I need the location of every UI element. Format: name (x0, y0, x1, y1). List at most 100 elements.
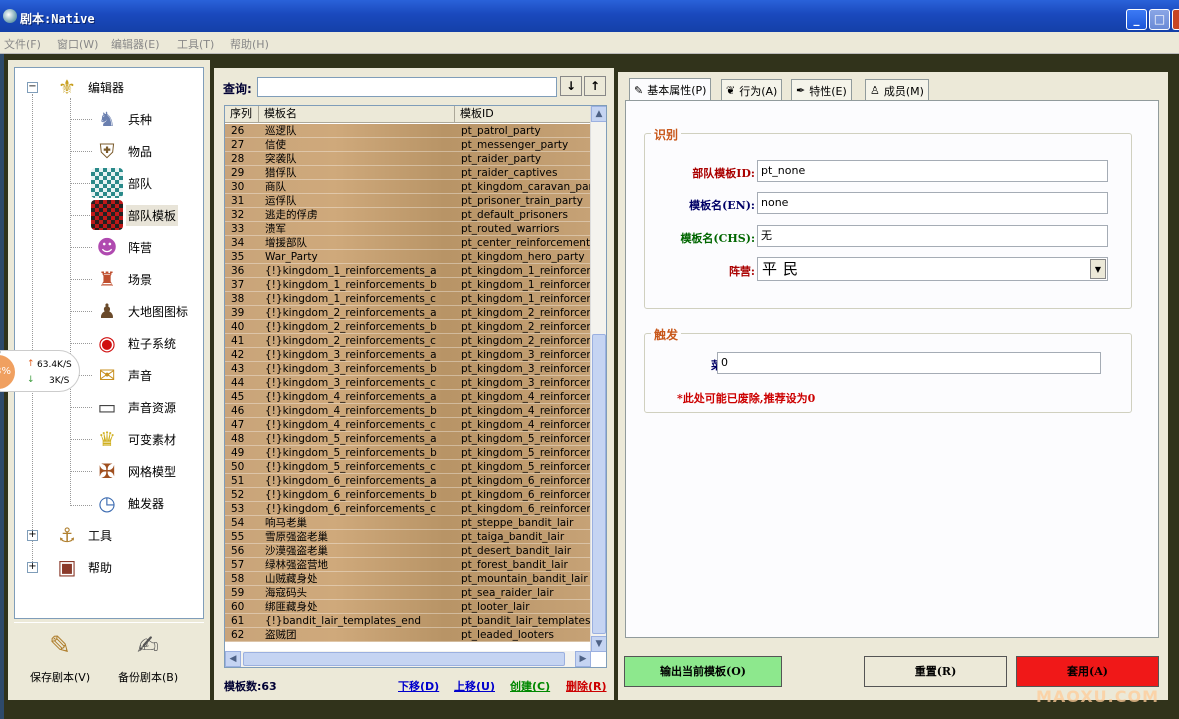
menu-field[interactable]: 0 (717, 352, 1101, 374)
editor-tree: − ⚜ 编辑器 ♞ 兵种 ⛨ 物品 部队 部队模板 ☻ 阵营 ♜ 场景 ♟ 大地… (14, 67, 204, 619)
tree-root-help[interactable]: ▣ 帮助 (51, 552, 114, 582)
table-row[interactable]: 26 巡逻队 pt_patrol_party (225, 124, 591, 138)
table-row[interactable]: 29 猎俘队 pt_raider_captives (225, 166, 591, 180)
chevron-down-icon[interactable]: ▼ (1090, 259, 1106, 279)
save-script-button[interactable]: ✎ 保存剧本(V) (30, 631, 90, 685)
tab-members[interactable]: ♙ 成员(M) (865, 79, 929, 101)
table-row[interactable]: 30 商队 pt_kingdom_caravan_party (225, 180, 591, 194)
vertical-scrollbar[interactable]: ▲ ▼ (590, 106, 606, 652)
tab-basic-properties[interactable]: ✎ 基本属性(P) (629, 78, 712, 101)
table-row[interactable]: 62 盗贼团 pt_leaded_looters (225, 628, 591, 642)
menu-help[interactable]: 帮助(H) (230, 36, 269, 52)
tree-item-parties[interactable]: 部队 (91, 168, 154, 198)
table-row[interactable]: 38 {!}kingdom_1_reinforcements_c pt_kingdo… (225, 292, 591, 306)
table-row[interactable]: 55 雪原强盗老巢 pt_taiga_bandit_lair (225, 530, 591, 544)
header-name[interactable]: 模板名 (259, 106, 455, 122)
table-row[interactable]: 58 山贼藏身处 pt_mountain_bandit_lair (225, 572, 591, 586)
tab-traits[interactable]: ✒ 特性(E) (791, 79, 852, 101)
backup-script-button[interactable]: ✍ 备份剧本(B) (118, 631, 178, 685)
menu-window[interactable]: 窗口(W) (57, 36, 98, 52)
scroll-right-icon[interactable]: ▶ (575, 651, 591, 667)
table-row[interactable]: 46 {!}kingdom_4_reinforcements_b pt_kingdo… (225, 404, 591, 418)
tree-root-editor[interactable]: ⚜ 编辑器 (51, 72, 126, 102)
maximize-button[interactable]: □ (1149, 9, 1170, 30)
table-row[interactable]: 51 {!}kingdom_6_reinforcements_a pt_kingdo… (225, 474, 591, 488)
table-row[interactable]: 33 溃军 pt_routed_warriors (225, 222, 591, 236)
tree-item-troops[interactable]: ♞ 兵种 (91, 104, 154, 134)
tree-root-tools[interactable]: ⚓ 工具 (51, 520, 114, 550)
expand-tools-icon[interactable]: + (27, 530, 38, 541)
header-index[interactable]: 序列 (225, 106, 259, 122)
table-row[interactable]: 31 运俘队 pt_prisoner_train_party (225, 194, 591, 208)
sort-down-button[interactable]: ↓ (560, 76, 582, 96)
faction-select[interactable]: 平民 ▼ (757, 257, 1108, 281)
tree-item-party-templates[interactable]: 部队模板 (91, 200, 179, 230)
table-row[interactable]: 56 沙漠强盗老巢 pt_desert_bandit_lair (225, 544, 591, 558)
tree-item-scenes[interactable]: ♜ 场景 (91, 264, 154, 294)
move-up-link[interactable]: 上移(U) (454, 678, 495, 694)
table-row[interactable]: 40 {!}kingdom_2_reinforcements_b pt_kingdo… (225, 320, 591, 334)
table-row[interactable]: 54 响马老巢 pt_steppe_bandit_lair (225, 516, 591, 530)
tree-item-triggers[interactable]: ◷ 触发器 (91, 488, 166, 518)
tree-item-particles[interactable]: ◉ 粒子系统 (91, 328, 178, 358)
menu-file[interactable]: 文件(F) (4, 36, 41, 52)
table-row[interactable]: 37 {!}kingdom_1_reinforcements_b pt_kingdo… (225, 278, 591, 292)
tree-item-items[interactable]: ⛨ 物品 (91, 136, 154, 166)
table-row[interactable]: 32 逃走的俘虏 pt_default_prisoners (225, 208, 591, 222)
horizontal-scrollbar[interactable]: ◀ ▶ (225, 651, 591, 667)
table-row[interactable]: 45 {!}kingdom_4_reinforcements_a pt_kingdo… (225, 390, 591, 404)
table-row[interactable]: 60 绑匪藏身处 pt_looter_lair (225, 600, 591, 614)
expand-help-icon[interactable]: + (27, 562, 38, 573)
table-row[interactable]: 35 War_Party pt_kingdom_hero_party (225, 250, 591, 264)
table-row[interactable]: 42 {!}kingdom_3_reinforcements_a pt_kingdo… (225, 348, 591, 362)
scroll-up-icon[interactable]: ▲ (591, 106, 606, 122)
template-name-chs-field[interactable]: 无 (757, 225, 1108, 247)
tree-item-variable-materials[interactable]: ♛ 可变素材 (91, 424, 178, 454)
close-button[interactable] (1172, 9, 1179, 30)
table-row[interactable]: 48 {!}kingdom_5_reinforcements_a pt_kingdo… (225, 432, 591, 446)
tree-item-map-icons[interactable]: ♟ 大地图图标 (91, 296, 190, 326)
minimize-button[interactable]: _ (1126, 9, 1147, 30)
table-row[interactable]: 41 {!}kingdom_2_reinforcements_c pt_kingdo… (225, 334, 591, 348)
table-row[interactable]: 53 {!}kingdom_6_reinforcements_c pt_kingdo… (225, 502, 591, 516)
menu-editor[interactable]: 编辑器(E) (111, 36, 160, 52)
horizontal-scroll-thumb[interactable] (243, 652, 565, 666)
list-header: 序列 模板名 模板ID (225, 106, 591, 123)
table-row[interactable]: 52 {!}kingdom_6_reinforcements_b pt_kingdo… (225, 488, 591, 502)
table-row[interactable]: 57 绿林强盗营地 pt_forest_bandit_lair (225, 558, 591, 572)
sort-up-button[interactable]: ↑ (584, 76, 606, 96)
tree-item-sounds[interactable]: ✉ 声音 (91, 360, 154, 390)
table-row[interactable]: 34 增援部队 pt_center_reinforcements (225, 236, 591, 250)
menu-tools[interactable]: 工具(T) (177, 36, 214, 52)
table-row[interactable]: 39 {!}kingdom_2_reinforcements_a pt_kingdo… (225, 306, 591, 320)
party-template-id-field[interactable]: pt_none (757, 160, 1108, 182)
table-row[interactable]: 50 {!}kingdom_5_reinforcements_c pt_kingdo… (225, 460, 591, 474)
reset-button[interactable]: 重置(R) (864, 656, 1007, 687)
header-id[interactable]: 模板ID (455, 106, 591, 122)
scroll-down-icon[interactable]: ▼ (591, 636, 606, 652)
table-row[interactable]: 28 突袭队 pt_raider_party (225, 152, 591, 166)
table-row[interactable]: 59 海寇码头 pt_sea_raider_lair (225, 586, 591, 600)
collapse-icon[interactable]: − (27, 82, 38, 93)
move-down-link[interactable]: 下移(D) (398, 678, 439, 694)
scroll-left-icon[interactable]: ◀ (225, 651, 241, 667)
table-row[interactable]: 49 {!}kingdom_5_reinforcements_b pt_kingdo… (225, 446, 591, 460)
tree-item-meshes[interactable]: ✠ 网格模型 (91, 456, 178, 486)
table-row[interactable]: 61 {!}bandit_lair_templates_end pt_bandit_… (225, 614, 591, 628)
template-name-en-field[interactable]: none (757, 192, 1108, 214)
table-row[interactable]: 47 {!}kingdom_4_reinforcements_c pt_kingdo… (225, 418, 591, 432)
tree-item-factions[interactable]: ☻ 阵营 (91, 232, 154, 262)
export-template-button[interactable]: 输出当前模板(O) (624, 656, 782, 687)
delete-link[interactable]: 删除(R) (566, 678, 607, 694)
apply-button[interactable]: 套用(A) (1016, 656, 1159, 687)
create-link[interactable]: 创建(C) (510, 678, 550, 694)
vertical-scroll-thumb[interactable] (592, 334, 606, 634)
table-row[interactable]: 27 信使 pt_messenger_party (225, 138, 591, 152)
table-row[interactable]: 43 {!}kingdom_3_reinforcements_b pt_kingdo… (225, 362, 591, 376)
table-row[interactable]: 36 {!}kingdom_1_reinforcements_a pt_kingdo… (225, 264, 591, 278)
query-input[interactable] (257, 77, 557, 97)
table-row[interactable]: 44 {!}kingdom_3_reinforcements_c pt_kingdo… (225, 376, 591, 390)
tree-item-sound-resources[interactable]: ▭ 声音资源 (91, 392, 178, 422)
tab-behavior[interactable]: ❦ 行为(A) (721, 79, 783, 101)
network-speed-widget[interactable]: 73% ↑ 63.4K/S ↓ 3K/S (0, 350, 80, 392)
